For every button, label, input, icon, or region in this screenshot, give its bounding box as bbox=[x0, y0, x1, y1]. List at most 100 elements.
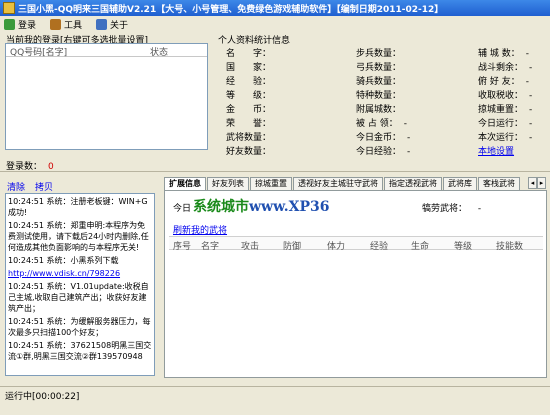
wrench-icon bbox=[50, 18, 62, 30]
stat-today-exp-label: 今日经验： bbox=[356, 147, 402, 157]
refresh-generals-link[interactable]: 刷新我的武将 bbox=[173, 223, 227, 236]
today-label: 今日 bbox=[173, 204, 192, 214]
stat-today-run: 今日运行： - bbox=[478, 116, 532, 129]
login-list[interactable]: QQ号码[名字] 状态 bbox=[5, 43, 208, 150]
menu-about-label: 关于 bbox=[110, 20, 129, 31]
reward-label: 犒劳武将： bbox=[422, 204, 468, 214]
tab-extended-info[interactable]: 扩展信息 bbox=[164, 177, 206, 190]
stat-today-run-label: 今日运行： bbox=[478, 119, 524, 129]
clear-log-button[interactable]: 清除 bbox=[7, 180, 25, 193]
stat-battles-left-label: 战斗剩余： bbox=[478, 63, 524, 73]
tab-scroll-right-icon[interactable]: ▸ bbox=[537, 177, 546, 189]
log-line: 10:24:51 系统：郑重申明:本程序为免费测试使用，请下载后24小时内删除,… bbox=[8, 221, 149, 252]
col-stamina[interactable]: 体力 bbox=[327, 239, 345, 252]
col-qq-header[interactable]: QQ号码[名字] bbox=[10, 45, 67, 58]
stat-aux-city-value: - bbox=[525, 49, 529, 59]
tab-friend-list[interactable]: 好友列表 bbox=[207, 177, 249, 190]
stat-session-run: 本次运行： - bbox=[478, 130, 532, 143]
download-link[interactable]: http://www.vdisk.cn/798226 bbox=[8, 268, 152, 279]
stat-today-gold: 今日金币： - bbox=[356, 130, 410, 143]
horizontal-divider bbox=[0, 171, 550, 172]
col-defense[interactable]: 防御 bbox=[283, 239, 301, 252]
stat-aux-city: 辅 城 数： - bbox=[478, 46, 529, 59]
stat-tax-value: - bbox=[529, 91, 533, 101]
title-bar: 三国小黑-QQ明来三国辅助V2.21【大号、小号管理、免费绿色游戏辅助软件】【编… bbox=[0, 0, 550, 16]
log-line: 10:24:51 系统：V1.01update:收税自己主城,收取自己建筑产出；… bbox=[8, 282, 149, 313]
stat-exp: 经 验： bbox=[226, 77, 272, 87]
col-attack[interactable]: 攻击 bbox=[241, 239, 259, 252]
stat-occupied-label: 被 占 领： bbox=[356, 119, 398, 129]
col-level[interactable]: 等级 bbox=[454, 239, 472, 252]
stat-special: 特种数量： bbox=[356, 91, 402, 101]
log-line: 10:24:51 系统：为缓解服务器压力，每次最多只扫描100个好友； bbox=[8, 317, 151, 337]
tab-scroll-arrows: ◂ ▸ bbox=[528, 177, 546, 189]
reward-value: - bbox=[477, 204, 482, 214]
tab-inn-generals[interactable]: 客栈武将 bbox=[478, 177, 520, 190]
today-row: 今日 bbox=[173, 201, 191, 214]
stat-raid-reset-value: - bbox=[529, 105, 533, 115]
col-status-header[interactable]: 状态 bbox=[150, 45, 168, 58]
stat-captive-friends-label: 俯 好 友： bbox=[478, 77, 520, 87]
generals-table-header: 序号 名字 攻击 防御 体力 经验 生命 等级 技能数 bbox=[169, 236, 543, 252]
stat-aux-city-label: 辅 城 数： bbox=[478, 49, 520, 59]
menu-login-label: 登录 bbox=[18, 20, 37, 31]
login-icon bbox=[4, 18, 15, 30]
stat-infantry: 步兵数量： bbox=[356, 49, 402, 59]
stat-honor: 荣 誉： bbox=[226, 119, 272, 129]
stat-country: 国 家： bbox=[226, 63, 272, 73]
tab-raid-reset[interactable]: 掠城重置 bbox=[250, 177, 292, 190]
stat-vassal: 附属城数： bbox=[356, 105, 402, 115]
log-line: 10:24:51 系统：注册老板键：WIN+G 成功! bbox=[8, 197, 148, 217]
tab-content: 今日 系统城市www.XP36 犒劳武将： - 刷新我的武将 序号 名字 攻击 … bbox=[164, 190, 547, 378]
stat-tax: 收取税收： - bbox=[478, 88, 532, 101]
stat-captive-friends-value: - bbox=[525, 77, 529, 87]
status-bar: 运行中[00:00:22] bbox=[0, 386, 550, 402]
tab-friend-garrison[interactable]: 透视好友主城驻守武将 bbox=[293, 177, 383, 190]
log-line: 10:24:51 系统：小黑系列下载 bbox=[8, 256, 119, 265]
menu-tools[interactable]: 工具 bbox=[48, 18, 84, 31]
col-exp[interactable]: 经验 bbox=[370, 239, 388, 252]
stat-name: 名 字： bbox=[226, 49, 272, 59]
tab-scroll-left-icon[interactable]: ◂ bbox=[528, 177, 537, 189]
watermark-cn: 系统城市 bbox=[193, 199, 249, 215]
window-title: 三国小黑-QQ明来三国辅助V2.21【大号、小号管理、免费绿色游戏辅助软件】【编… bbox=[18, 4, 444, 15]
tab-general-library[interactable]: 武将库 bbox=[443, 177, 477, 190]
log-box[interactable]: 10:24:51 系统：注册老板键：WIN+G 成功! 10:24:51 系统：… bbox=[5, 193, 155, 376]
stat-session-run-label: 本次运行： bbox=[478, 133, 524, 143]
stat-captive-friends: 俯 好 友： - bbox=[478, 74, 529, 87]
stat-today-exp-value: - bbox=[407, 147, 411, 157]
stat-raid-reset-label: 掠城重置： bbox=[478, 105, 524, 115]
stat-occupied: 被 占 领： - bbox=[356, 116, 407, 129]
stat-friends: 好友数量： bbox=[226, 147, 272, 157]
menu-login[interactable]: 登录 bbox=[2, 18, 38, 31]
reward-generals: 犒劳武将： - bbox=[422, 201, 481, 214]
stat-gold: 金 币： bbox=[226, 105, 272, 115]
info-icon bbox=[96, 18, 108, 30]
stat-archers: 弓兵数量： bbox=[356, 63, 402, 73]
stat-battles-left: 战斗剩余： - bbox=[478, 60, 532, 73]
stat-tax-label: 收取税收： bbox=[478, 91, 524, 101]
profile-stats: 名 字： 国 家： 经 验： 等 级： 金 币： 荣 誉： 武将数量： 好友数量… bbox=[216, 43, 546, 157]
stat-session-run-value: - bbox=[529, 133, 533, 143]
menu-tools-label: 工具 bbox=[64, 20, 83, 31]
tab-strip: 扩展信息 好友列表 掠城重置 透视好友主城驻守武将 指定透视武将 武将库 客栈武… bbox=[164, 177, 544, 190]
local-settings-link[interactable]: 本地设置 bbox=[478, 144, 514, 157]
stat-generals: 武将数量： bbox=[226, 133, 272, 143]
status-text: 运行中[00:00:22] bbox=[5, 392, 80, 402]
stat-occupied-value: - bbox=[403, 119, 407, 129]
col-life[interactable]: 生命 bbox=[411, 239, 429, 252]
menu-about[interactable]: 关于 bbox=[94, 18, 130, 31]
copy-log-button[interactable]: 拷贝 bbox=[35, 180, 53, 193]
stat-level: 等 级： bbox=[226, 91, 272, 101]
stat-today-gold-label: 今日金币： bbox=[356, 133, 402, 143]
stat-cavalry: 骑兵数量： bbox=[356, 77, 402, 87]
tab-specific-generals[interactable]: 指定透视武将 bbox=[384, 177, 442, 190]
menu-bar: 登录 工具 关于 bbox=[0, 16, 550, 32]
col-skills[interactable]: 技能数 bbox=[496, 239, 523, 252]
col-index[interactable]: 序号 bbox=[173, 239, 191, 252]
col-name[interactable]: 名字 bbox=[201, 239, 219, 252]
watermark-domain: www.XP36 bbox=[249, 199, 330, 215]
watermark-logo: 系统城市www.XP36 bbox=[193, 196, 353, 216]
log-toolbar: 清除 拷贝 bbox=[7, 180, 53, 193]
stat-today-exp: 今日经验： - bbox=[356, 144, 410, 157]
